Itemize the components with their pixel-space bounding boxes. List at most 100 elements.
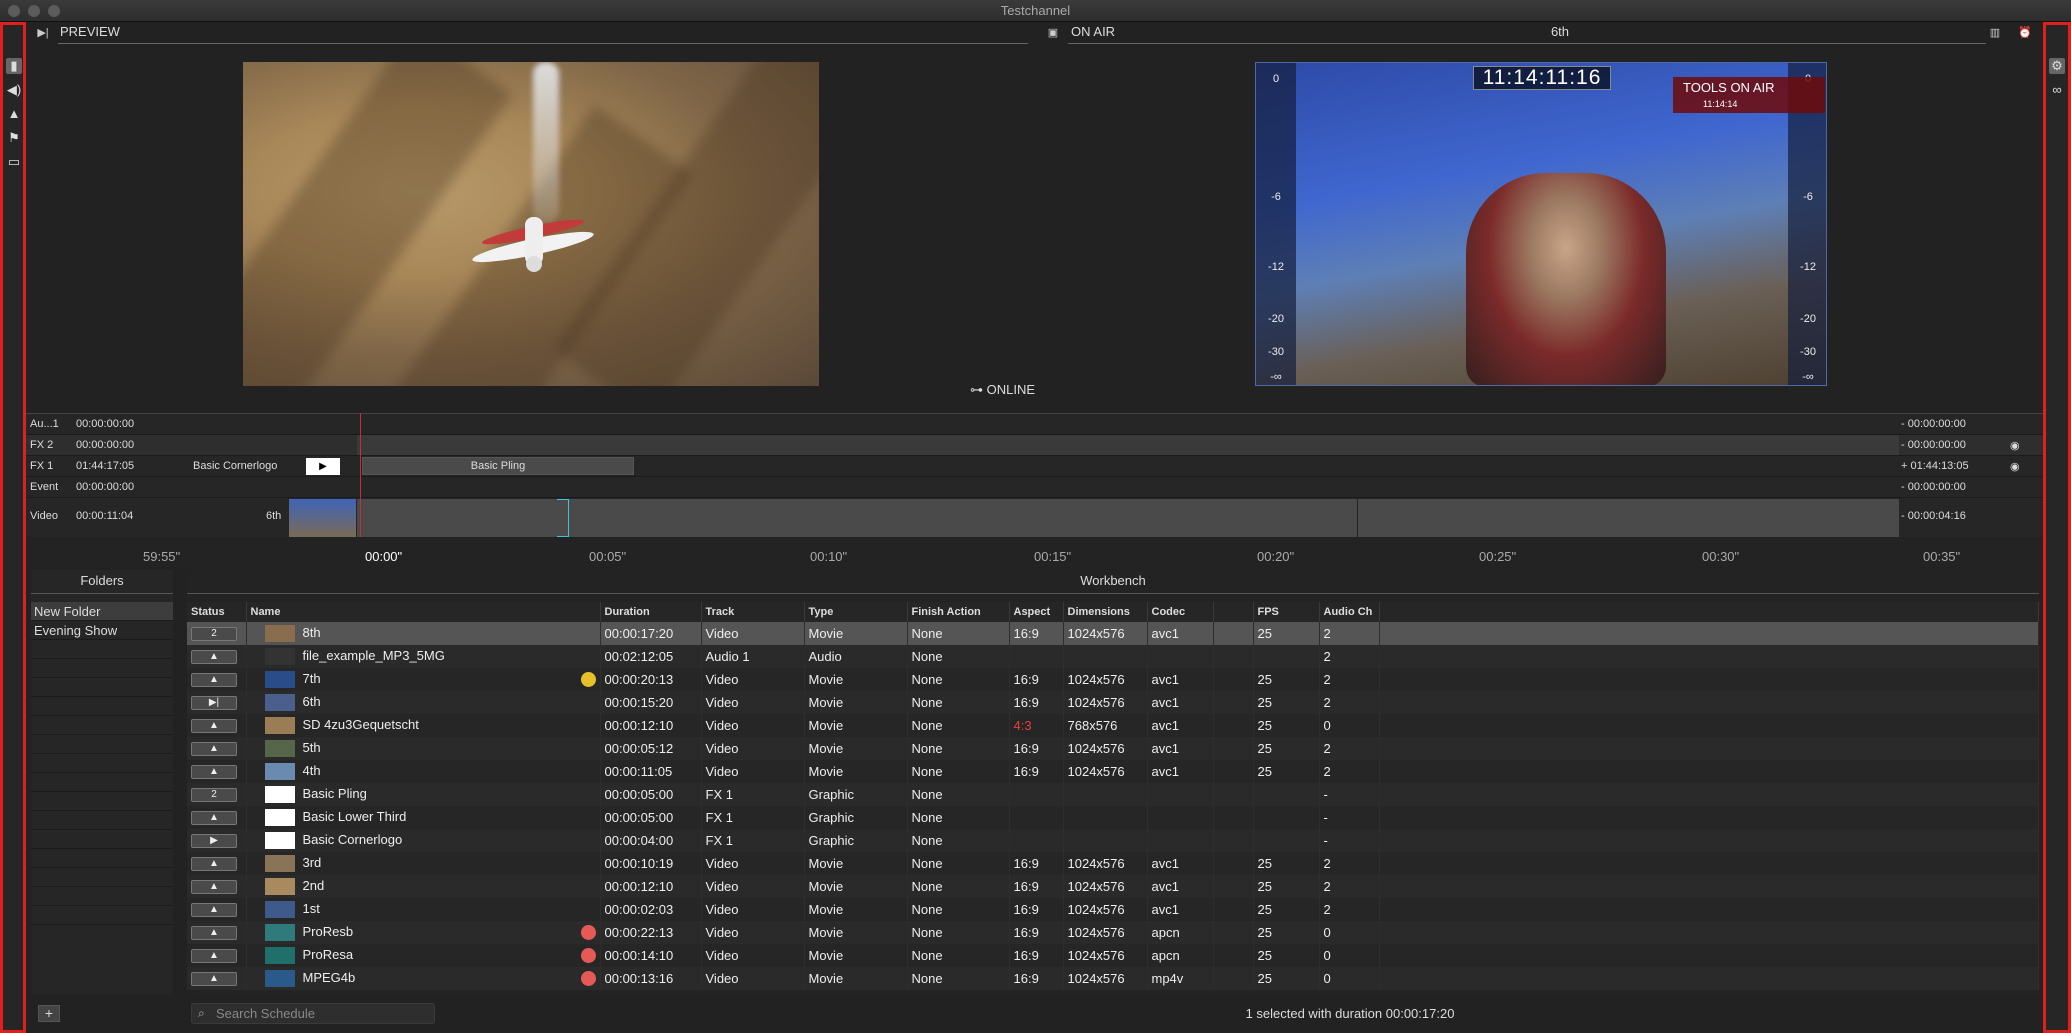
status-button[interactable]: ▶|	[191, 696, 237, 711]
folder-item[interactable]: New Folder	[31, 602, 173, 621]
clip-fps	[1253, 645, 1320, 668]
onair-calendar-icon[interactable]: ▣	[1044, 24, 1062, 42]
fx1-play-thumbnail[interactable]: ▶	[306, 458, 340, 475]
clip-aspect: 16:9	[1009, 944, 1064, 967]
table-row[interactable]: ▲ 3rd 00:00:10:19 Video Movie None 16:9 1024x57…	[187, 852, 2039, 875]
track-row-fx1[interactable]: FX 1 01:44:17:05 Basic Cornerlogo ▶ Basi…	[26, 456, 2043, 477]
folders-panel: Folders New Folder Evening Show	[31, 570, 173, 995]
clip-finish-action: None	[907, 668, 1010, 691]
status-button[interactable]: ▲	[191, 811, 237, 826]
table-row[interactable]: ▲ MPEG4b 00:00:13:16 Video Movie None 16:9 1024…	[187, 967, 2039, 990]
mountains-icon[interactable]: ▲	[6, 106, 22, 122]
clip-filler	[1379, 944, 2039, 967]
status-button[interactable]: ▲	[191, 765, 237, 780]
clip-finish-action: None	[907, 691, 1010, 714]
timeline-ruler[interactable]: 59:55" 00:00" 00:05" 00:10" 00:15" 00:20…	[26, 537, 2043, 567]
status-button[interactable]: ▲	[191, 742, 237, 757]
table-row[interactable]: ▲ 7th 00:00:20:13 Video Movie None 16:9 1024x57…	[187, 668, 2039, 691]
status-button[interactable]: ▲	[191, 972, 237, 987]
status-button[interactable]: ▲	[191, 949, 237, 964]
clip-dimensions	[1063, 806, 1148, 829]
table-row[interactable]: ▲ 4th 00:00:11:05 Video Movie None 16:9 1024x57…	[187, 760, 2039, 783]
column-header-duration[interactable]: Duration	[600, 602, 702, 622]
status-button[interactable]: ▲	[191, 673, 237, 688]
clip-audio-channels: 0	[1319, 714, 1380, 737]
clip-blank	[1213, 783, 1254, 806]
audio-icon[interactable]: ◀)	[6, 82, 22, 98]
column-header-blank[interactable]	[1213, 602, 1254, 622]
clip-dimensions: 1024x576	[1063, 967, 1148, 990]
clip-codec: avc1	[1147, 852, 1214, 875]
column-header-name[interactable]: Name	[246, 602, 601, 622]
table-row[interactable]: ▲ Basic Lower Third 00:00:05:00 FX 1 Graphic…	[187, 806, 2039, 829]
table-row[interactable]: ▲ SD 4zu3Gequetscht 00:00:12:10 Video Movie N…	[187, 714, 2039, 737]
clip-aspect: 16:9	[1009, 967, 1064, 990]
column-header-finish-action[interactable]: Finish Action	[907, 602, 1010, 622]
track-row-event[interactable]: Event 00:00:00:00 - 00:00:00:00	[26, 477, 2043, 498]
status-button[interactable]: ▲	[191, 926, 237, 941]
status-button[interactable]: 2	[191, 627, 237, 642]
clip-fps: 25	[1253, 967, 1320, 990]
eye-icon[interactable]: ◉	[2010, 439, 2020, 452]
status-button[interactable]: ▲	[191, 880, 237, 895]
clip-type: Movie	[804, 852, 908, 875]
column-header-audio-ch[interactable]: Audio Ch	[1319, 602, 1380, 622]
status-dot-icon	[580, 947, 596, 963]
column-header-aspect[interactable]: Aspect	[1009, 602, 1064, 622]
alarm-clock-icon[interactable]: ⏰	[2016, 24, 2034, 42]
table-row[interactable]: ▶| 6th 00:00:15:20 Video Movie None 16:9 1024x5…	[187, 691, 2039, 714]
status-button[interactable]: ▲	[191, 719, 237, 734]
clip-type: Graphic	[804, 829, 908, 852]
status-button[interactable]: ▲	[191, 650, 237, 665]
table-row[interactable]: 2 8th 00:00:17:20 Video Movie None 16:9 1024x57…	[187, 622, 2039, 645]
clip-track: Video	[701, 944, 805, 967]
table-row[interactable]: ▲ 2nd 00:00:12:10 Video Movie None 16:9 1024x57…	[187, 875, 2039, 898]
column-header-status[interactable]: Status	[187, 602, 247, 622]
column-header-codec[interactable]: Codec	[1147, 602, 1214, 622]
glasses-icon[interactable]: ∞	[2049, 82, 2065, 98]
table-row[interactable]: ▲ 1st 00:00:02:03 Video Movie None 16:9 1024x57…	[187, 898, 2039, 921]
clip-finish-action: None	[907, 806, 1010, 829]
search-schedule-input[interactable]: ⌕ Search Schedule	[191, 1003, 435, 1024]
column-header-fps[interactable]: FPS	[1253, 602, 1320, 622]
track-row-video[interactable]: Video 00:00:11:04 6th - 00:00:04:16	[26, 498, 2043, 538]
clip-duration: 00:00:22:13	[600, 921, 702, 944]
status-button[interactable]: 2	[191, 788, 237, 803]
clip-track: FX 1	[701, 806, 805, 829]
column-header-type[interactable]: Type	[804, 602, 908, 622]
window-icon[interactable]: ▭	[6, 154, 22, 170]
level-meter-icon[interactable]: ▥	[1986, 24, 2004, 42]
gear-icon[interactable]: ⚙	[2049, 58, 2065, 74]
flag-icon[interactable]: ⚑	[6, 130, 22, 146]
clip-aspect	[1009, 806, 1064, 829]
preview-play-icon[interactable]: ▶|	[34, 24, 52, 42]
table-row[interactable]: ▲ ProResb 00:00:22:13 Video Movie None 16:9 102…	[187, 921, 2039, 944]
table-row[interactable]: ▲ 5th 00:00:05:12 Video Movie None 16:9 1024x57…	[187, 737, 2039, 760]
table-row[interactable]: ▲ ProResa 00:00:14:10 Video Movie None 16:9 102…	[187, 944, 2039, 967]
folder-item[interactable]: Evening Show	[31, 621, 173, 640]
track-row-fx2[interactable]: FX 2 00:00:00:00 - 00:00:00:00 ◉	[26, 435, 2043, 456]
clip-blank	[1213, 760, 1254, 783]
clip-finish-action: None	[907, 714, 1010, 737]
clip-duration: 00:00:10:19	[600, 852, 702, 875]
table-row[interactable]: ▲ file_example_MP3_5MG 00:02:12:05 Audio 1A…	[187, 645, 2039, 668]
table-row[interactable]: 2 Basic Pling 00:00:05:00 FX 1 Graphic None -	[187, 783, 2039, 806]
status-button[interactable]: ▲	[191, 903, 237, 918]
playhead[interactable]	[360, 413, 361, 543]
clip-type: Audio	[804, 645, 908, 668]
fx1-lane-clip[interactable]: Basic Pling	[362, 457, 634, 475]
status-button[interactable]: ▲	[191, 857, 237, 872]
table-row[interactable]: ▶ Basic Cornerlogo 00:00:04:00 FX 1 Graphic N…	[187, 829, 2039, 852]
column-header-track[interactable]: Track	[701, 602, 805, 622]
clip-thumbnail	[264, 694, 295, 712]
clip-finish-action: None	[907, 967, 1010, 990]
clip-name: 1st	[302, 900, 320, 916]
video-clip-thumbnail[interactable]	[289, 499, 356, 537]
status-button[interactable]: ▶	[191, 834, 237, 849]
online-status: ⊶ ONLINE	[970, 382, 1036, 397]
track-row-audio[interactable]: Au...1 00:00:00:00 - 00:00:00:00	[26, 414, 2043, 435]
library-icon[interactable]: ▮	[6, 58, 22, 74]
add-folder-button[interactable]: +	[38, 1005, 60, 1022]
column-header-dimensions[interactable]: Dimensions	[1063, 602, 1148, 622]
eye-icon[interactable]: ◉	[2010, 460, 2020, 473]
